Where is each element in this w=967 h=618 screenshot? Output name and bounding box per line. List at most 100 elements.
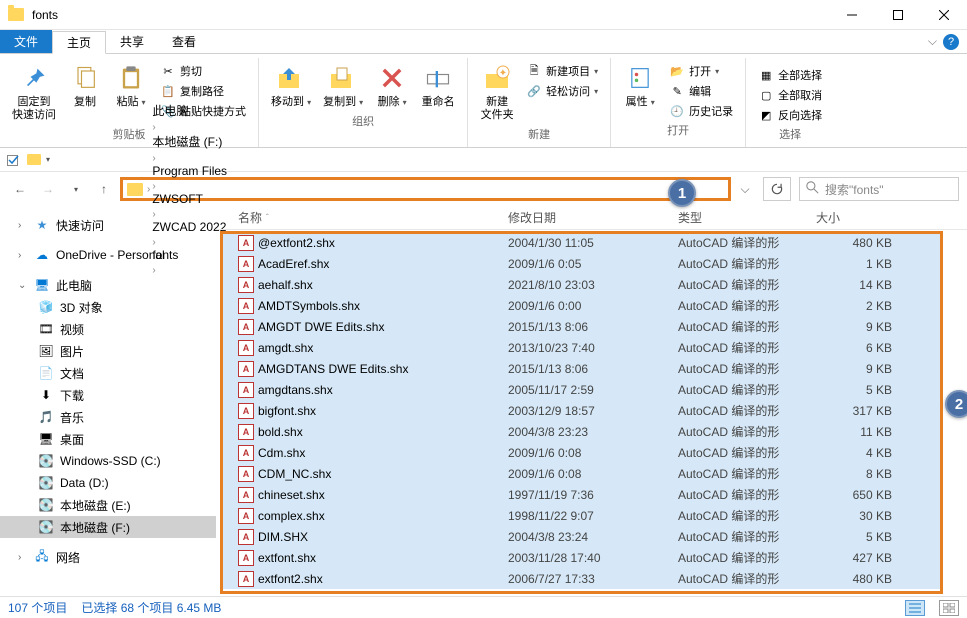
column-header-date[interactable]: 修改日期 bbox=[508, 209, 678, 226]
properties-button[interactable]: 属性 ▾ bbox=[619, 60, 661, 111]
column-header-size[interactable]: 大小 bbox=[816, 209, 896, 226]
close-button[interactable] bbox=[921, 0, 967, 30]
copy-to-button[interactable]: 复制到 ▾ bbox=[319, 60, 367, 111]
nav-music[interactable]: 🎵音乐 bbox=[0, 406, 216, 428]
file-type: AutoCAD 编译的形 bbox=[678, 255, 816, 272]
cut-button[interactable]: ✂剪切 bbox=[156, 62, 250, 80]
shx-file-icon: A bbox=[238, 235, 254, 251]
address-dropdown[interactable]: ⌵ bbox=[735, 182, 755, 197]
file-row[interactable]: AAcadEref.shx2009/1/6 0:05AutoCAD 编译的形1 … bbox=[222, 253, 941, 274]
qat-check-icon[interactable] bbox=[6, 153, 22, 167]
video-icon: 🎞 bbox=[38, 321, 54, 337]
file-type: AutoCAD 编译的形 bbox=[678, 423, 816, 440]
nav-videos[interactable]: 🎞视频 bbox=[0, 318, 216, 340]
file-row[interactable]: Aaehalf.shx2021/8/10 23:03AutoCAD 编译的形14… bbox=[222, 274, 941, 295]
file-row[interactable]: Achineset.shx1997/11/19 7:36AutoCAD 编译的形… bbox=[222, 484, 941, 505]
select-none-button[interactable]: ▢全部取消 bbox=[754, 86, 826, 104]
file-row[interactable]: Acomplex.shx1998/11/22 9:07AutoCAD 编译的形3… bbox=[222, 505, 941, 526]
refresh-button[interactable] bbox=[763, 177, 791, 201]
chevron-right-icon[interactable]: › bbox=[152, 209, 155, 220]
column-header-type[interactable]: 类型 bbox=[678, 209, 816, 226]
file-list[interactable]: A@extfont2.shx2004/1/30 11:05AutoCAD 编译的… bbox=[222, 232, 941, 592]
tab-home[interactable]: 主页 bbox=[52, 31, 106, 54]
nav-recent-dropdown[interactable]: ▾ bbox=[64, 177, 88, 201]
file-size: 317 KB bbox=[816, 404, 892, 418]
nav-pictures[interactable]: 🖼图片 bbox=[0, 340, 216, 362]
tab-view[interactable]: 查看 bbox=[158, 30, 210, 53]
ribbon-collapse-button[interactable]: ⌵ bbox=[928, 34, 937, 49]
pin-to-quickaccess-button[interactable]: 固定到 快速访问 bbox=[8, 60, 60, 124]
minimize-button[interactable] bbox=[829, 0, 875, 30]
help-icon[interactable]: ? bbox=[943, 34, 959, 50]
nav-documents[interactable]: 📄文档 bbox=[0, 362, 216, 384]
file-type: AutoCAD 编译的形 bbox=[678, 507, 816, 524]
invert-selection-button[interactable]: ◩反向选择 bbox=[754, 106, 826, 124]
nav-drive-d[interactable]: 💽Data (D:) bbox=[0, 472, 216, 494]
qat-folder-icon[interactable] bbox=[26, 153, 42, 167]
file-row[interactable]: AAMGDT DWE Edits.shx2015/1/13 8:06AutoCA… bbox=[222, 316, 941, 337]
breadcrumb-bar[interactable]: › 此电脑 › 本地磁盘 (F:) › Program Files › ZWSO… bbox=[120, 177, 731, 201]
group-label-new: 新建 bbox=[476, 124, 602, 146]
view-details-button[interactable] bbox=[905, 600, 925, 616]
copy-button[interactable]: 复制 bbox=[64, 60, 106, 111]
new-folder-button[interactable]: ✦ 新建 文件夹 bbox=[476, 60, 518, 124]
view-large-icons-button[interactable] bbox=[939, 600, 959, 616]
nav-this-pc[interactable]: ⌄🖥此电脑 bbox=[0, 274, 216, 296]
file-row[interactable]: Aamgdtans.shx2005/11/17 2:59AutoCAD 编译的形… bbox=[222, 379, 941, 400]
file-row[interactable]: Aamgdt.shx2013/10/23 7:40AutoCAD 编译的形6 K… bbox=[222, 337, 941, 358]
chevron-right-icon[interactable]: › bbox=[152, 265, 155, 276]
status-item-count: 107 个项目 bbox=[8, 599, 67, 616]
chevron-right-icon[interactable]: › bbox=[152, 122, 155, 133]
nav-network[interactable]: ›🖧网络 bbox=[0, 546, 216, 568]
nav-up-button[interactable]: ↑ bbox=[92, 177, 116, 201]
file-row[interactable]: ACDM_NC.shx2009/1/6 0:08AutoCAD 编译的形8 KB bbox=[222, 463, 941, 484]
tab-file[interactable]: 文件 bbox=[0, 30, 52, 53]
new-item-button[interactable]: 🗎新建项目 ▾ bbox=[522, 62, 602, 80]
nav-desktop[interactable]: 🖥桌面 bbox=[0, 428, 216, 450]
file-row[interactable]: ADIM.SHX2004/3/8 23:24AutoCAD 编译的形5 KB bbox=[222, 526, 941, 547]
file-type: AutoCAD 编译的形 bbox=[678, 444, 816, 461]
maximize-button[interactable] bbox=[875, 0, 921, 30]
nav-drive-f[interactable]: 💽本地磁盘 (F:) bbox=[0, 516, 216, 538]
nav-forward-button[interactable]: → bbox=[36, 177, 60, 201]
shx-file-icon: A bbox=[238, 340, 254, 356]
nav-drive-c[interactable]: 💽Windows-SSD (C:) bbox=[0, 450, 216, 472]
nav-downloads[interactable]: ⬇下载 bbox=[0, 384, 216, 406]
delete-button[interactable]: 删除 ▾ bbox=[371, 60, 413, 111]
drive-icon: 💽 bbox=[38, 453, 54, 469]
select-all-button[interactable]: ▦全部选择 bbox=[754, 66, 826, 84]
file-row[interactable]: ACdm.shx2009/1/6 0:08AutoCAD 编译的形4 KB bbox=[222, 442, 941, 463]
paste-button[interactable]: 粘贴 ▾ bbox=[110, 60, 152, 111]
file-row[interactable]: Aextfont2.shx2006/7/27 17:33AutoCAD 编译的形… bbox=[222, 568, 941, 589]
breadcrumb-segment[interactable]: ZWSOFT bbox=[152, 192, 227, 206]
search-input[interactable]: 搜索"fonts" bbox=[799, 177, 959, 201]
nav-back-button[interactable]: ← bbox=[8, 177, 32, 201]
nav-drive-e[interactable]: 💽本地磁盘 (E:) bbox=[0, 494, 216, 516]
edit-button[interactable]: ✎编辑 bbox=[665, 82, 737, 100]
file-row[interactable]: Abigfont.shx2003/12/9 18:57AutoCAD 编译的形3… bbox=[222, 400, 941, 421]
breadcrumb-segment[interactable]: Program Files bbox=[152, 164, 227, 178]
file-row[interactable]: A@extfont2.shx2004/1/30 11:05AutoCAD 编译的… bbox=[222, 232, 941, 253]
file-date: 1997/11/19 7:36 bbox=[508, 488, 678, 502]
easy-access-button[interactable]: 🔗轻松访问 ▾ bbox=[522, 82, 602, 100]
file-row[interactable]: AAMDTSymbols.shx2009/1/6 0:00AutoCAD 编译的… bbox=[222, 295, 941, 316]
chevron-right-icon[interactable]: › bbox=[147, 184, 150, 195]
open-button[interactable]: 📂打开 ▾ bbox=[665, 62, 737, 80]
file-date: 2005/11/17 2:59 bbox=[508, 383, 678, 397]
tab-share[interactable]: 共享 bbox=[106, 30, 158, 53]
breadcrumb-segment[interactable]: 本地磁盘 (F:) bbox=[152, 133, 227, 150]
move-to-button[interactable]: 移动到 ▾ bbox=[267, 60, 315, 111]
qat-dropdown[interactable]: ▾ bbox=[46, 155, 50, 164]
file-row[interactable]: AAMGDTANS DWE Edits.shx2015/1/13 8:06Aut… bbox=[222, 358, 941, 379]
copy-path-button[interactable]: 📋复制路径 bbox=[156, 82, 250, 100]
column-header-name[interactable]: 名称ˆ bbox=[238, 209, 508, 226]
chevron-right-icon[interactable]: › bbox=[152, 153, 155, 164]
rename-button[interactable]: 重命名 bbox=[417, 60, 459, 111]
breadcrumb-segment[interactable]: 此电脑 bbox=[152, 102, 227, 119]
history-button[interactable]: 🕘历史记录 bbox=[665, 102, 737, 120]
chevron-right-icon[interactable]: › bbox=[152, 237, 155, 248]
file-row[interactable]: Aextfont.shx2003/11/28 17:40AutoCAD 编译的形… bbox=[222, 547, 941, 568]
chevron-right-icon[interactable]: › bbox=[152, 181, 155, 192]
nav-3d-objects[interactable]: 🧊3D 对象 bbox=[0, 296, 216, 318]
file-row[interactable]: Abold.shx2004/3/8 23:23AutoCAD 编译的形11 KB bbox=[222, 421, 941, 442]
